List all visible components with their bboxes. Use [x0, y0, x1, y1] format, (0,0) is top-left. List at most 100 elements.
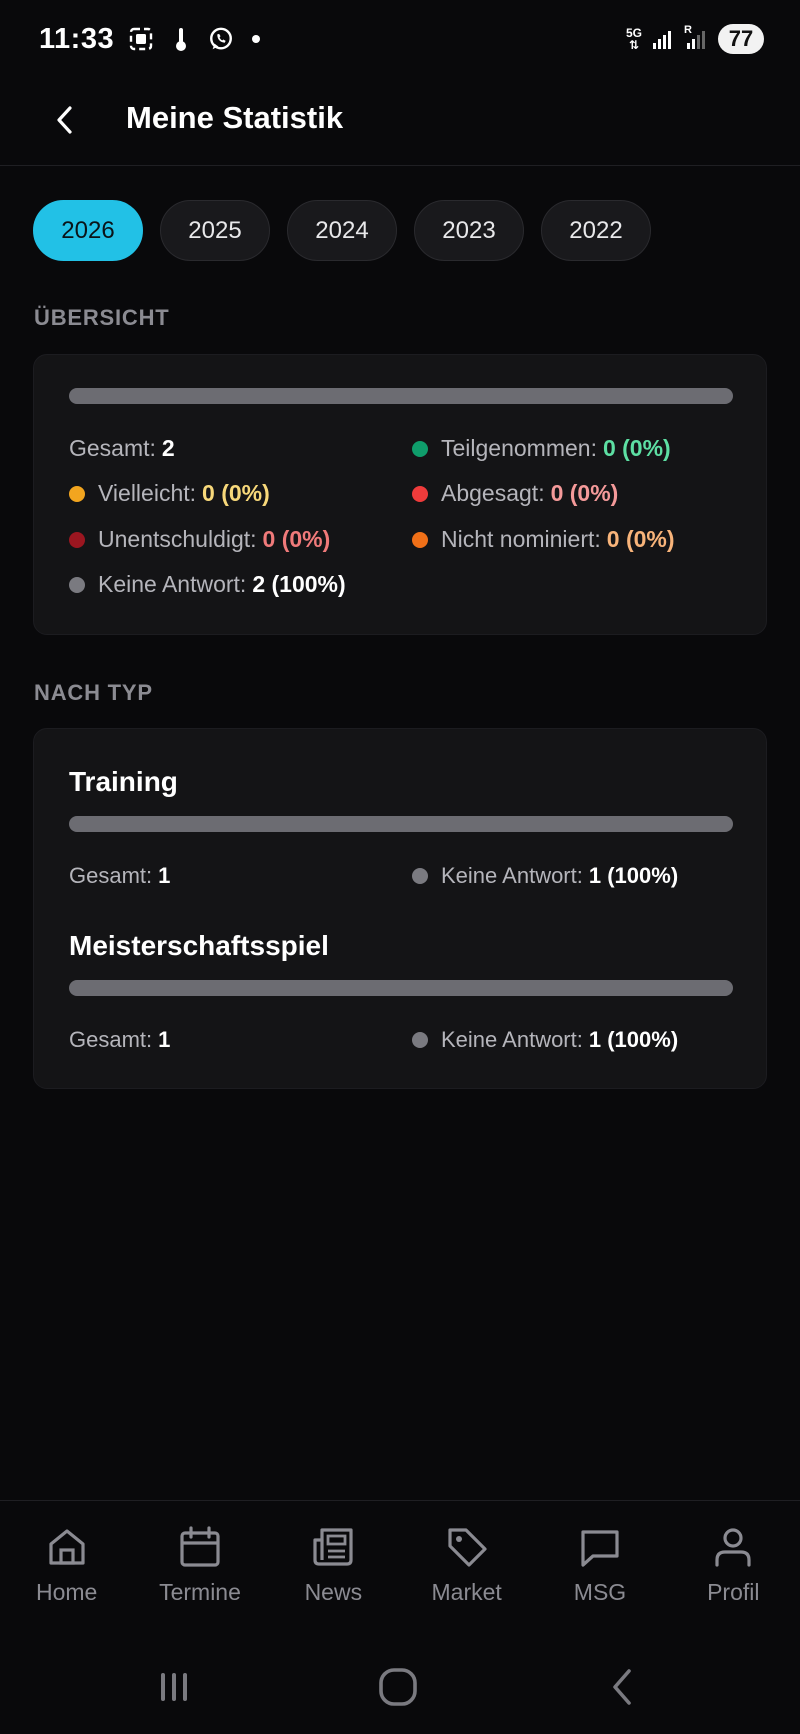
- nav-label: Home: [35, 1579, 98, 1605]
- year-chip-2022[interactable]: 2022: [541, 200, 651, 261]
- meisterschaftsspiel-progress-bar: [69, 980, 733, 996]
- stat-label: Keine Antwort:: [98, 571, 247, 597]
- network-label: 5G: [625, 26, 642, 40]
- home-icon: [43, 1523, 91, 1571]
- training-keine-antwort: Keine Antwort: 1 (100%): [412, 863, 678, 889]
- status-dot-icon: [412, 485, 428, 502]
- meisterschaftsspiel-keine-antwort: Keine Antwort: 1 (100%): [412, 1027, 678, 1053]
- notification-dot-icon: [252, 35, 261, 43]
- status-left: 11:33: [39, 22, 261, 56]
- nav-label: Profil: [707, 1579, 760, 1605]
- stat-label: Abgesagt:: [441, 480, 545, 506]
- status-bar: 11:33 5G ⇅ R 77: [0, 0, 800, 78]
- nav-item-profil[interactable]: Profil: [667, 1501, 800, 1622]
- status-dot-icon: [412, 868, 428, 884]
- type-title-meisterschaftsspiel: Meisterschaftsspiel: [69, 930, 329, 961]
- signal-icon: [650, 26, 676, 52]
- section-label-by-type: NACH TYP: [34, 680, 153, 705]
- overview-progress-fill: [69, 388, 733, 404]
- bottom-nav: Home Termine News Market MSG Profil: [0, 1500, 800, 1622]
- stat-vielleicht: Vielleicht: 0 (0%): [69, 480, 270, 507]
- back-system-button[interactable]: [592, 1640, 652, 1734]
- status-dot-icon: [412, 531, 428, 548]
- stat-label: Teilgenommen:: [441, 435, 597, 461]
- section-label-overview: ÜBERSICHT: [34, 305, 170, 330]
- message-icon: [576, 1523, 624, 1571]
- whatsapp-icon: [208, 26, 234, 52]
- back-chevron-icon: [613, 1669, 631, 1705]
- calendar-icon: [176, 1523, 224, 1571]
- roaming-label: R: [684, 24, 692, 36]
- stat-keine-antwort: Keine Antwort: 2 (100%): [69, 571, 346, 598]
- newspaper-icon: [309, 1523, 357, 1571]
- type-title-training: Training: [69, 766, 178, 797]
- overview-progress-bar: [69, 388, 733, 404]
- training-total-label: Gesamt:: [69, 863, 153, 888]
- status-dot-icon: [412, 440, 428, 457]
- network-5g-icon: 5G ⇅: [625, 26, 642, 52]
- app-header: Meine Statistik: [0, 78, 800, 166]
- stat-value: 1 (100%): [588, 863, 679, 888]
- year-chip-2024[interactable]: 2024: [287, 200, 397, 261]
- year-chip-2026[interactable]: 2026: [33, 200, 143, 261]
- stat-abgesagt: Abgesagt: 0 (0%): [412, 480, 618, 507]
- overview-card: Gesamt: 2 Teilgenommen: 0 (0%) Vielleich…: [33, 354, 767, 635]
- nav-item-home[interactable]: Home: [0, 1501, 133, 1622]
- signal-roaming-icon: R: [684, 24, 710, 52]
- stat-value: 1 (100%): [588, 1027, 679, 1052]
- stat-value: 0 (0%): [602, 435, 671, 461]
- system-nav-bar: [0, 1640, 800, 1734]
- year-chip-2025[interactable]: 2025: [160, 200, 270, 261]
- stat-value: 0 (0%): [202, 480, 270, 506]
- training-total: Gesamt: 1: [69, 863, 170, 889]
- stat-value: 0 (0%): [262, 526, 331, 552]
- status-dot-icon: [69, 576, 85, 593]
- status-dot-icon: [412, 1032, 428, 1048]
- page-title: Meine Statistik: [126, 100, 344, 135]
- stat-value: 0 (0%): [606, 526, 675, 552]
- meisterschaftsspiel-total: Gesamt: 1: [69, 1027, 170, 1053]
- tag-icon: [443, 1523, 491, 1571]
- nav-item-termine[interactable]: Termine: [133, 1501, 266, 1622]
- user-icon: [709, 1523, 757, 1571]
- recent-apps-icon: [161, 1673, 187, 1701]
- nav-label: Market: [431, 1579, 502, 1605]
- home-circle-icon: [379, 1668, 417, 1706]
- nav-item-news[interactable]: News: [267, 1501, 400, 1622]
- recent-apps-button[interactable]: [144, 1640, 204, 1734]
- stat-label: Keine Antwort:: [441, 863, 583, 888]
- training-total-value: 1: [158, 863, 171, 888]
- stat-value: 2 (100%): [252, 571, 346, 597]
- year-chip-2023[interactable]: 2023: [414, 200, 524, 261]
- screenshot-icon: [128, 26, 154, 52]
- stat-label: Unentschuldigt:: [98, 526, 257, 552]
- overview-total: Gesamt: 2: [69, 435, 175, 462]
- status-right: 5G ⇅ R 77: [626, 24, 764, 54]
- status-dot-icon: [69, 531, 85, 548]
- status-time: 11:33: [39, 22, 115, 55]
- overview-total-value: 2: [161, 435, 175, 461]
- stat-unentschuldigt: Unentschuldigt: 0 (0%): [69, 526, 330, 553]
- nav-label: MSG: [573, 1579, 627, 1605]
- training-progress-fill: [69, 816, 733, 832]
- nav-item-market[interactable]: Market: [400, 1501, 533, 1622]
- training-progress-bar: [69, 816, 733, 832]
- stat-label: Keine Antwort:: [441, 1027, 583, 1052]
- thermometer-icon: [168, 26, 194, 52]
- stat-label: Nicht nominiert:: [441, 526, 601, 552]
- stat-label: Vielleicht:: [98, 480, 197, 506]
- nav-item-msg[interactable]: MSG: [533, 1501, 666, 1622]
- year-tabs: 2026 2025 2024 2023 2022: [33, 200, 651, 261]
- battery-indicator: 77: [718, 24, 764, 54]
- meisterschaftsspiel-total-label: Gesamt:: [69, 1027, 153, 1052]
- nav-label: News: [304, 1579, 363, 1605]
- stat-nicht-nominiert: Nicht nominiert: 0 (0%): [412, 526, 675, 553]
- back-button[interactable]: [44, 98, 84, 142]
- status-dot-icon: [69, 485, 85, 502]
- by-type-card: Training Gesamt: 1 Keine Antwort: 1 (100…: [33, 728, 767, 1089]
- overview-total-label: Gesamt:: [69, 435, 156, 461]
- meisterschaftsspiel-progress-fill: [69, 980, 733, 996]
- home-system-button[interactable]: [368, 1640, 428, 1734]
- nav-label: Termine: [159, 1579, 241, 1605]
- stat-teilgenommen: Teilgenommen: 0 (0%): [412, 435, 671, 462]
